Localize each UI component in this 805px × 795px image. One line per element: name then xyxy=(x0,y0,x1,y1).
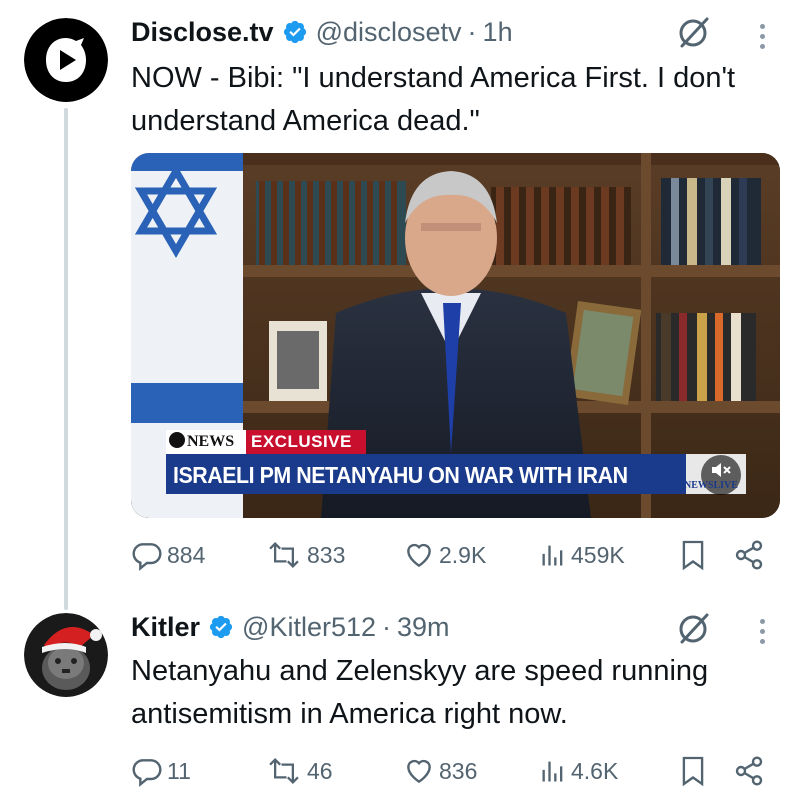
like-icon xyxy=(407,759,431,784)
reply-button[interactable]: 884 xyxy=(131,535,205,575)
separator-dot: · xyxy=(467,16,477,47)
share-button[interactable] xyxy=(733,751,765,791)
author-name[interactable]: Disclose.tv xyxy=(131,17,274,48)
bookmark-button[interactable] xyxy=(680,751,706,791)
reply-button[interactable]: 11 xyxy=(131,751,191,791)
verified-icon xyxy=(282,19,308,45)
timestamp[interactable]: 39m xyxy=(397,612,450,643)
author-handle[interactable]: @Kitler512 xyxy=(242,612,376,643)
like-count: 2.9K xyxy=(439,541,487,568)
views-button[interactable]: 459K xyxy=(539,535,625,575)
repost-count: 833 xyxy=(307,541,346,568)
author-handle[interactable]: @disclosetv xyxy=(316,17,462,48)
repost-count: 46 xyxy=(307,757,333,784)
tweet-header: Disclose.tv @disclosetv · 1h xyxy=(131,14,513,50)
views-button[interactable]: 4.6K xyxy=(539,751,618,791)
views-icon xyxy=(542,761,563,782)
share-icon xyxy=(735,756,763,786)
tweet-text: NOW - Bibi: "I understand America First.… xyxy=(131,62,736,137)
disclosetv-logo-icon xyxy=(24,18,108,102)
mute-icon[interactable] xyxy=(709,458,733,482)
view-count: 459K xyxy=(571,541,625,568)
avatar-disclosetv[interactable] xyxy=(24,18,108,102)
views-icon xyxy=(542,545,563,566)
view-count: 4.6K xyxy=(571,757,619,784)
reply-icon xyxy=(132,543,162,571)
grok-icon[interactable] xyxy=(676,610,712,646)
author-name[interactable]: Kitler xyxy=(131,612,200,643)
reply-icon xyxy=(132,759,162,787)
reply-count: 11 xyxy=(167,757,191,784)
separator-dot: · xyxy=(382,611,392,642)
like-icon xyxy=(407,543,431,568)
bookmark-icon xyxy=(682,540,704,571)
like-count: 836 xyxy=(439,757,478,784)
like-button[interactable]: 836 xyxy=(403,751,477,791)
tweet-video[interactable]: NEWS EXCLUSIVE ISRAELI PM NETANYAHU ON W… xyxy=(131,153,780,518)
grok-icon[interactable] xyxy=(676,14,712,50)
repost-button[interactable]: 833 xyxy=(265,535,345,575)
kitler-avatar-icon xyxy=(24,613,108,697)
tweet-actions: 884 833 2.9K 459K xyxy=(131,535,771,575)
repost-button[interactable]: 46 xyxy=(265,751,333,791)
tweet-header: Kitler @Kitler512 · 39m xyxy=(131,609,450,645)
repost-icon xyxy=(269,757,299,785)
tweet-kitler[interactable]: Kitler @Kitler512 · 39m Netanyahu and Ze… xyxy=(0,600,805,795)
exclusive-tag: EXCLUSIVE xyxy=(251,432,352,451)
thread-line xyxy=(64,108,68,610)
more-icon[interactable] xyxy=(752,613,772,649)
repost-icon xyxy=(269,541,299,569)
tweet-actions: 11 46 836 4.6K xyxy=(131,751,771,791)
timestamp[interactable]: 1h xyxy=(483,17,513,48)
more-icon[interactable] xyxy=(752,18,772,54)
share-button[interactable] xyxy=(733,535,765,575)
news-brand: NEWS xyxy=(169,432,234,451)
like-button[interactable]: 2.9K xyxy=(403,535,486,575)
news-headline: ISRAELI PM NETANYAHU ON WAR WITH IRAN xyxy=(173,462,628,488)
tweet-disclosetv[interactable]: Disclose.tv @disclosetv · 1h NOW - Bibi:… xyxy=(0,0,805,610)
avatar-kitler[interactable] xyxy=(24,613,108,697)
reply-count: 884 xyxy=(167,541,206,568)
bookmark-button[interactable] xyxy=(680,535,706,575)
share-icon xyxy=(735,540,763,570)
bookmark-icon xyxy=(682,756,704,787)
tweet-text: Netanyahu and Zelenskyy are speed runnin… xyxy=(131,655,709,730)
verified-icon xyxy=(208,614,234,640)
